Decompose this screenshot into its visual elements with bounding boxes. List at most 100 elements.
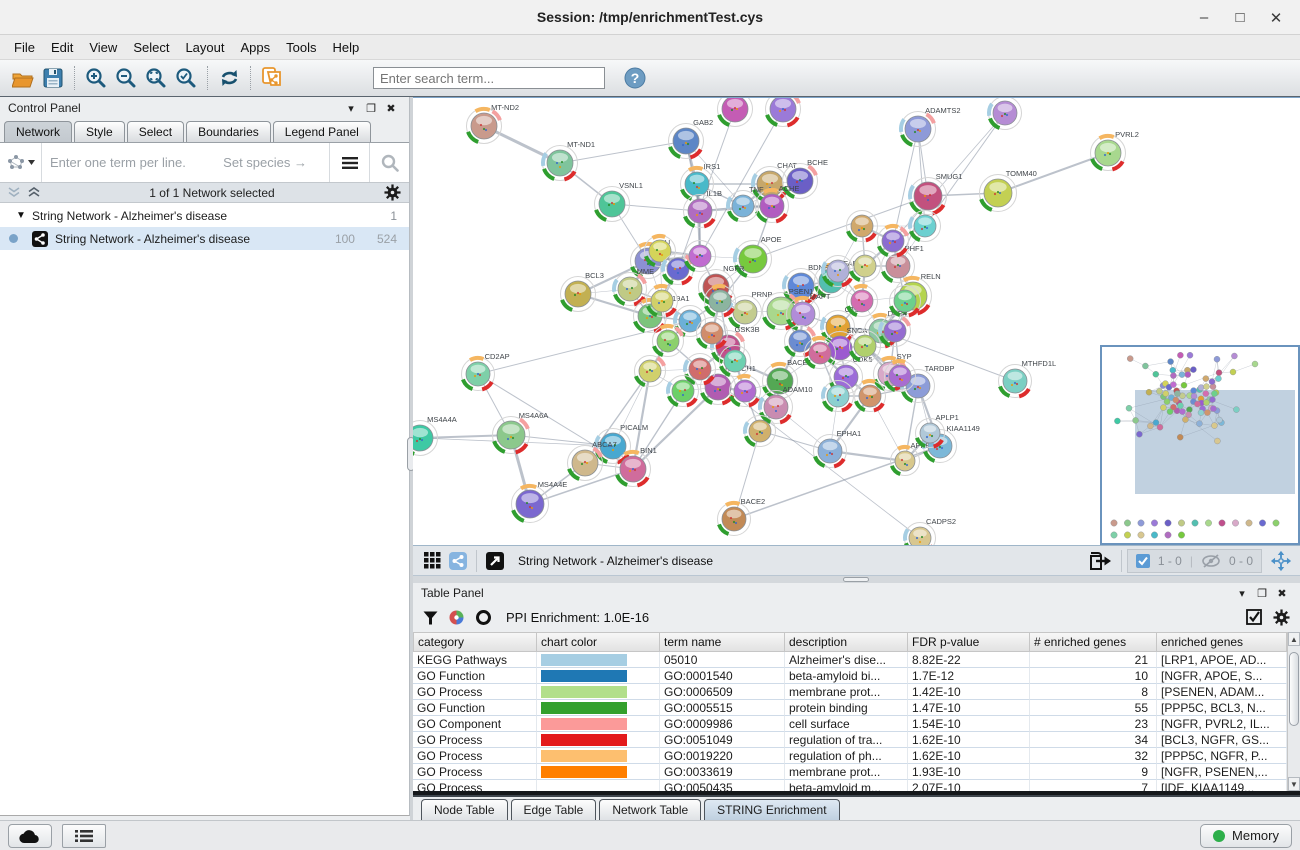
network-node[interactable]	[890, 286, 921, 317]
string-view-button[interactable]	[445, 549, 471, 573]
cell--enriched-genes[interactable]: 10	[1030, 668, 1157, 684]
network-node[interactable]	[653, 326, 684, 357]
cell-enriched-genes[interactable]: [PPP5C, BCL3, N...	[1157, 700, 1287, 716]
gear-icon[interactable]	[384, 184, 401, 201]
table-splitter[interactable]	[413, 575, 1300, 583]
cell-enriched-genes[interactable]: [LRP1, APOE, AD...	[1157, 652, 1287, 668]
cell-FDR-p-value[interactable]: 1.42E-10	[908, 684, 1030, 700]
network-node[interactable]: MT-ND1	[543, 140, 596, 181]
cell-category[interactable]: GO Function	[413, 700, 537, 716]
network-node[interactable]	[685, 241, 716, 272]
close-button[interactable]: ✕	[1258, 3, 1294, 33]
network-node[interactable]: BACE2	[718, 497, 766, 536]
tab-legend-panel[interactable]: Legend Panel	[273, 121, 371, 142]
network-node[interactable]: SMUG1	[910, 172, 963, 215]
cell-category[interactable]: GO Component	[413, 716, 537, 732]
network-node[interactable]	[647, 286, 678, 317]
cell-term-name[interactable]: GO:0009986	[660, 716, 785, 732]
network-node[interactable]	[766, 98, 801, 127]
grid-view-button[interactable]	[419, 549, 445, 573]
cell-term-name[interactable]: GO:0033619	[660, 764, 785, 780]
chart-color-cell[interactable]	[537, 700, 660, 716]
network-node[interactable]	[745, 416, 776, 447]
network-node[interactable]: MS4A4A	[413, 415, 457, 456]
cell--enriched-genes[interactable]: 32	[1030, 748, 1157, 764]
cell-FDR-p-value[interactable]: 1.54E-10	[908, 716, 1030, 732]
search-input[interactable]	[373, 67, 605, 89]
select-all-icon[interactable]	[1246, 609, 1263, 626]
save-session-button[interactable]	[38, 63, 68, 93]
column-header-category[interactable]: category	[413, 632, 537, 652]
column-header-enriched-genes[interactable]: enriched genes	[1157, 632, 1287, 652]
cell-description[interactable]: beta-amyloid bi...	[785, 668, 908, 684]
zoom-in-button[interactable]	[81, 63, 111, 93]
menu-apps[interactable]: Apps	[233, 37, 279, 58]
network-node[interactable]	[850, 331, 881, 362]
table-row[interactable]: GO ProcessGO:0050435beta-amyloid m...2.0…	[413, 780, 1300, 791]
chart-color-cell[interactable]	[537, 764, 660, 780]
network-node[interactable]: VSNL1	[595, 181, 643, 222]
cell-description[interactable]: membrane prot...	[785, 684, 908, 700]
menu-file[interactable]: File	[6, 37, 43, 58]
network-node[interactable]: CD2AP	[462, 352, 510, 391]
cell-FDR-p-value[interactable]: 2.07E-10	[908, 780, 1030, 791]
export-network-button[interactable]	[1084, 549, 1116, 573]
task-history-button[interactable]	[62, 824, 106, 848]
maximize-button[interactable]: □	[1222, 3, 1258, 33]
network-canvas[interactable]: MT-ND2MT-ND1VSNL1CD2APMS4A4AMS4A6AMS4A4E…	[413, 97, 1300, 545]
cell--enriched-genes[interactable]: 21	[1030, 652, 1157, 668]
table-row[interactable]: GO ProcessGO:0019220regulation of ph...1…	[413, 748, 1300, 764]
cell-FDR-p-value[interactable]: 1.62E-10	[908, 748, 1030, 764]
column-header--enriched-genes[interactable]: # enriched genes	[1030, 632, 1157, 652]
tab-string-enrichment[interactable]: STRING Enrichment	[704, 799, 839, 820]
cell-category[interactable]: GO Function	[413, 668, 537, 684]
chart-color-cell[interactable]	[537, 684, 660, 700]
tab-edge-table[interactable]: Edge Table	[511, 799, 597, 820]
table-row[interactable]: GO FunctionGO:0001540beta-amyloid bi...1…	[413, 668, 1300, 684]
birdseye-view[interactable]	[1100, 345, 1300, 545]
network-node[interactable]: GAB2	[669, 118, 714, 159]
cell--enriched-genes[interactable]: 34	[1030, 732, 1157, 748]
tab-select[interactable]: Select	[127, 121, 184, 142]
network-node[interactable]: ABCA7	[568, 440, 617, 481]
string-search-button[interactable]	[369, 143, 409, 182]
cell-description[interactable]: membrane prot...	[785, 764, 908, 780]
cell-FDR-p-value[interactable]: 1.47E-10	[908, 700, 1030, 716]
help-button[interactable]: ?	[623, 66, 647, 90]
set-species-hint[interactable]: Set species →	[223, 155, 321, 170]
collapse-all-icon[interactable]	[8, 187, 20, 198]
network-node[interactable]: MS4A6A	[493, 411, 549, 454]
cell-enriched-genes[interactable]: [BCL3, NGFR, GS...	[1157, 732, 1287, 748]
memory-button[interactable]: Memory	[1200, 824, 1292, 848]
close-panel-icon[interactable]: ✖	[381, 102, 401, 115]
table-row[interactable]: GO FunctionGO:0005515protein binding1.47…	[413, 700, 1300, 716]
network-node[interactable]: BCL3	[561, 271, 604, 312]
gear-icon[interactable]	[1273, 609, 1290, 626]
network-node[interactable]	[705, 286, 736, 317]
ring-chart-icon[interactable]	[475, 609, 492, 626]
table-vertical-scrollbar[interactable]: ▲ ▼	[1287, 632, 1300, 791]
network-node[interactable]	[720, 346, 751, 377]
cell-enriched-genes[interactable]: [IDE, KIAA1149...	[1157, 780, 1287, 791]
network-node[interactable]: PVRL2	[1091, 130, 1139, 171]
network-node[interactable]	[805, 338, 836, 369]
chart-color-cell[interactable]	[537, 732, 660, 748]
network-node[interactable]	[885, 361, 916, 392]
chart-color-cell[interactable]	[537, 652, 660, 668]
cell--enriched-genes[interactable]: 55	[1030, 700, 1157, 716]
string-options-button[interactable]	[329, 143, 369, 182]
network-node[interactable]	[685, 354, 716, 385]
network-node[interactable]	[847, 286, 878, 317]
cell-category[interactable]: GO Process	[413, 732, 537, 748]
network-node[interactable]: ADAMTS2	[901, 106, 961, 147]
expand-all-icon[interactable]	[28, 187, 40, 198]
column-header-term-name[interactable]: term name	[660, 632, 785, 652]
network-node[interactable]	[697, 318, 728, 349]
apply-layout-button[interactable]	[214, 63, 244, 93]
network-node[interactable]: MTHFD1L	[999, 359, 1057, 398]
network-node[interactable]	[850, 251, 881, 282]
cell-FDR-p-value[interactable]: 1.62E-10	[908, 732, 1030, 748]
tab-node-table[interactable]: Node Table	[421, 799, 508, 820]
cell-category[interactable]: GO Process	[413, 748, 537, 764]
cell-category[interactable]: GO Process	[413, 684, 537, 700]
